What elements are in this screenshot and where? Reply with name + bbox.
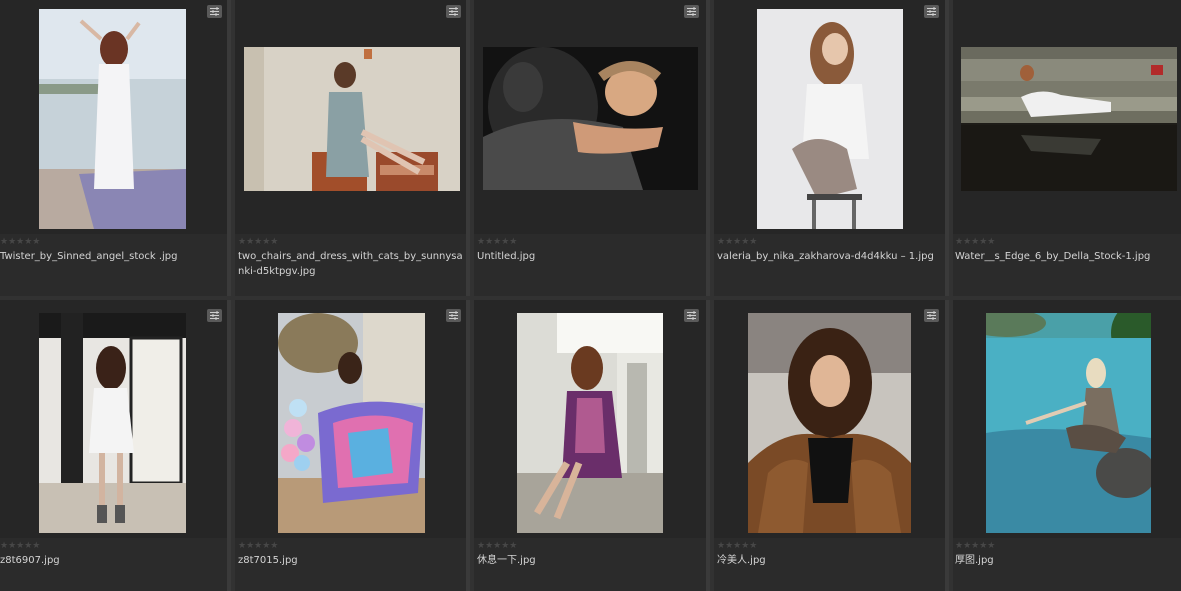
sliders-icon[interactable] (207, 5, 222, 18)
thumbnail-image[interactable] (39, 313, 186, 533)
rating-stars[interactable]: ★★★★★ (717, 237, 757, 247)
thumbnail-image[interactable] (748, 313, 911, 533)
thumbnail-image[interactable] (986, 313, 1151, 533)
sliders-icon[interactable] (446, 309, 461, 322)
thumbnail-cell[interactable]: ★★★★★ Untitled.jpg (474, 0, 710, 296)
rating-stars[interactable]: ★★★★★ (955, 237, 995, 247)
rating-stars[interactable]: ★★★★★ (0, 541, 40, 551)
filename-label: Water__s_Edge_6_by_Della_Stock-1.jpg (955, 251, 1151, 262)
rating-stars[interactable]: ★★★★★ (238, 541, 278, 551)
thumbnail-cell[interactable]: ★★★★★ valeria_by_nika_zakharova-d4d4kku … (714, 0, 949, 296)
thumbnail-cell[interactable]: ★★★★★ z8t7015.jpg (235, 300, 470, 591)
thumbnail-image[interactable] (517, 313, 663, 533)
thumbnail-cell[interactable]: ★★★★★ 厚图.jpg (953, 300, 1181, 591)
sliders-icon[interactable] (684, 309, 699, 322)
filename-label: 冷美人.jpg (717, 555, 766, 566)
filename-label: two_chairs_and_dress_with_cats_by_sunnys… (238, 251, 463, 277)
thumbnail-image[interactable] (757, 9, 903, 229)
rating-stars[interactable]: ★★★★★ (0, 237, 40, 247)
rating-stars[interactable]: ★★★★★ (477, 237, 517, 247)
filename-label: z8t6907.jpg (0, 555, 60, 566)
rating-stars[interactable]: ★★★★★ (955, 541, 995, 551)
thumbnail-cell[interactable]: ★★★★★ z8t6907.jpg (0, 300, 231, 591)
thumbnail-cell[interactable]: ★★★★★ Twister_by_Sinned_angel_stock .jpg (0, 0, 231, 296)
sliders-icon[interactable] (207, 309, 222, 322)
filename-label: z8t7015.jpg (238, 555, 298, 566)
thumbnail-image[interactable] (244, 47, 460, 191)
thumbnail-cell[interactable]: ★★★★★ Water__s_Edge_6_by_Della_Stock-1.j… (953, 0, 1181, 296)
filename-label: 厚图.jpg (955, 555, 994, 566)
thumbnail-grid: ★★★★★ Twister_by_Sinned_angel_stock .jpg… (0, 0, 1181, 591)
thumbnail-image[interactable] (483, 47, 698, 190)
sliders-icon[interactable] (924, 5, 939, 18)
thumbnail-cell[interactable]: ★★★★★ two_chairs_and_dress_with_cats_by_… (235, 0, 470, 296)
thumbnail-cell[interactable]: ★★★★★ 休息一下.jpg (474, 300, 710, 591)
thumbnail-image[interactable] (278, 313, 425, 533)
sliders-icon[interactable] (684, 5, 699, 18)
thumbnail-image[interactable] (39, 9, 186, 229)
rating-stars[interactable]: ★★★★★ (238, 237, 278, 247)
thumbnail-image[interactable] (961, 47, 1177, 191)
filename-label: Untitled.jpg (477, 251, 536, 262)
filename-label: valeria_by_nika_zakharova-d4d4kku – 1.jp… (717, 251, 934, 262)
rating-stars[interactable]: ★★★★★ (717, 541, 757, 551)
thumbnail-cell[interactable]: ★★★★★ 冷美人.jpg (714, 300, 949, 591)
rating-stars[interactable]: ★★★★★ (477, 541, 517, 551)
filename-label: 休息一下.jpg (477, 555, 536, 566)
sliders-icon[interactable] (446, 5, 461, 18)
filename-label: Twister_by_Sinned_angel_stock .jpg (0, 251, 178, 262)
sliders-icon[interactable] (924, 309, 939, 322)
